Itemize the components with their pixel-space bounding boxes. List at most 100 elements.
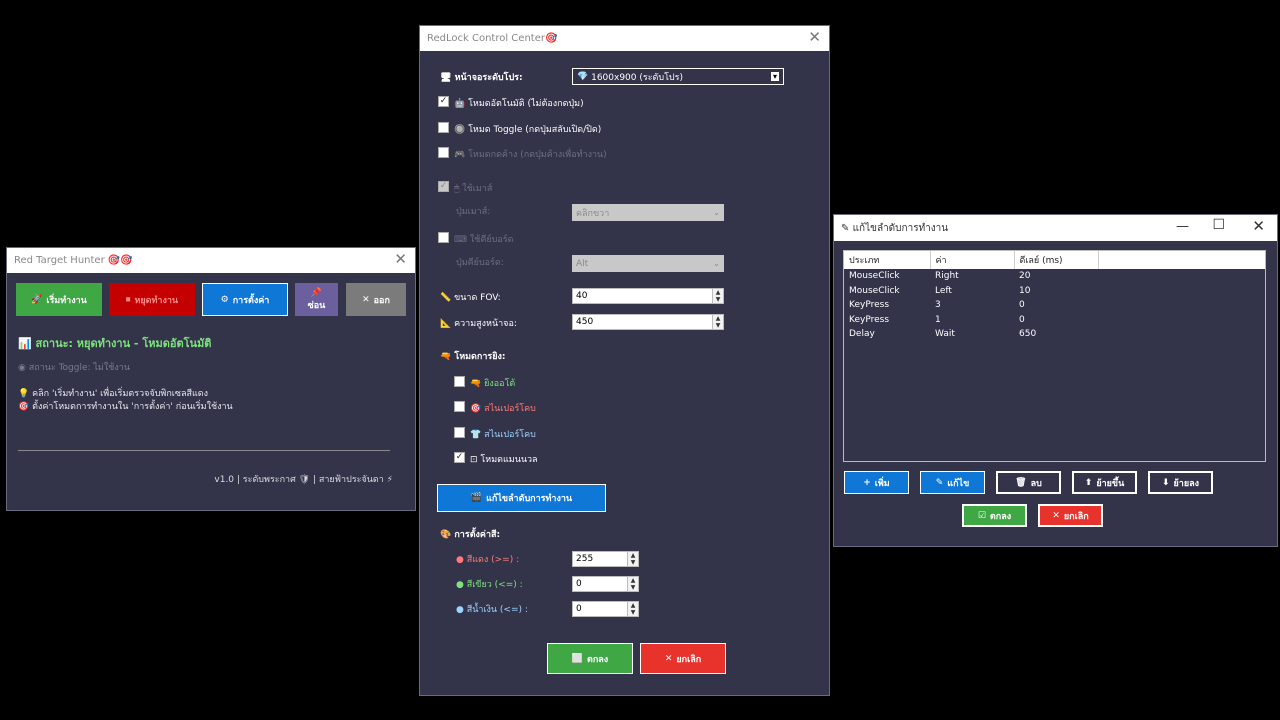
plus-icon: + (863, 477, 871, 488)
start-button[interactable]: 🚀 เริ่มทำงาน (16, 283, 102, 316)
use-mouse-checkbox[interactable]: ✓ (438, 181, 449, 192)
pencil-icon: ✎ (841, 222, 850, 234)
close-icon[interactable]: ✕ (808, 28, 821, 46)
fire-mode-label: 🔫 โหมดการยิง: (440, 352, 506, 362)
blue-input[interactable]: 0 ▲ ▼ (572, 601, 639, 617)
keyboard-button-select[interactable]: Alt ⌄ (572, 255, 724, 272)
window-title: Red Target Hunter 🎯🎯 (14, 255, 133, 266)
screen-resolution-select[interactable]: 💎 1600x900 (ระดับโปร) ▾ (572, 68, 784, 85)
divider (18, 450, 390, 451)
check-icon: ☑ (977, 510, 986, 521)
edit-button[interactable]: ✎ แก้ไข (920, 471, 985, 494)
screen-label: 🖥 หน้าจอระดับโปร: (440, 73, 523, 83)
maximize-icon[interactable]: ☐ (1212, 217, 1225, 233)
cancel-button[interactable]: ✕ ยกเลิก (640, 643, 726, 674)
stop-button[interactable]: ⏹ หยุดทำงาน (109, 283, 195, 316)
fov-input[interactable]: 40 ▲ ▼ (572, 288, 724, 304)
auto-mode-checkbox[interactable]: ✓ (438, 96, 449, 107)
red-input[interactable]: 255 ▲ ▼ (572, 551, 639, 567)
blue-dot-icon: ● (456, 605, 464, 615)
tip-line-2: 🎯 ตั้งค่าโหมดการทำงานใน 'การตั้งค่า' ก่อ… (18, 402, 233, 412)
hide-button[interactable]: 📌 ซ่อน (295, 283, 338, 316)
chevron-down-icon: ⌄ (713, 208, 720, 217)
footer-text: v1.0 | ระดับพระกาศ 🛡 | สายฟ้าประจันดา ⚡ (214, 475, 393, 485)
close-icon[interactable]: ✕ (394, 250, 407, 268)
use-keyboard-label: ⌨ ใช้คีย์บอร์ด (454, 235, 514, 245)
target-icon: 🎯 (18, 402, 30, 412)
table-row[interactable]: MouseClick Left 10 (844, 284, 1265, 299)
column-header-delay[interactable]: ดีเลย์ (ms) (1014, 251, 1099, 269)
ok-button[interactable]: ☑ ตกลง (962, 504, 1027, 527)
arrow-down-icon: ⬇ (1161, 477, 1170, 488)
move-up-button[interactable]: ⬆ ย้ายขึ้น (1072, 471, 1137, 494)
fire-manual-label: ⊡ โหมดแมนนวล (470, 455, 538, 465)
mouse-icon: 🖱 (454, 184, 460, 194)
fire-sniper2-checkbox[interactable] (454, 427, 465, 438)
red-dot-icon: ● (456, 555, 464, 565)
redlock-control-center-window: RedLock Control Center🎯 ✕ 🖥 หน้าจอระดับโ… (419, 25, 830, 696)
keyboard-button-label: ปุ่มคีย์บอร์ด: (456, 258, 504, 268)
sequence-table: ประเภท ค่า ดีเลย์ (ms) MouseClick Right 20… (844, 251, 1265, 342)
fire-manual-checkbox[interactable]: ✓ (454, 452, 465, 463)
color-settings-label: 🎨 การตั้งค่าสี: (440, 530, 501, 540)
toggle-mode-checkbox[interactable] (438, 122, 449, 133)
robot-icon: 🤖 (454, 99, 466, 109)
green-label: ● สีเขียว (<=) : (456, 580, 523, 590)
close-x-icon: ✕ (362, 294, 370, 305)
manual-icon: ⊡ (470, 455, 478, 465)
ok-button[interactable]: ⬜ ตกลง (547, 643, 633, 674)
chart-icon: 📊 (18, 337, 32, 350)
toggle-status-text: ◉ สถานะ Toggle: ไม่ใช้งาน (18, 363, 130, 373)
red-spinner[interactable]: ▲ ▼ (627, 552, 638, 566)
clapper-icon: 🎬 (470, 493, 483, 503)
table-row[interactable]: KeyPress 3 0 (844, 298, 1265, 313)
move-down-button[interactable]: ⬇ ย้ายลง (1148, 471, 1213, 494)
add-button[interactable]: + เพิ่ม (844, 471, 909, 494)
column-header-value[interactable]: ค่า (930, 251, 1015, 269)
table-row[interactable]: Delay Wait 650 (844, 327, 1265, 342)
blue-spinner[interactable]: ▲ ▼ (627, 602, 638, 616)
red-target-hunter-window: Red Target Hunter 🎯🎯 ✕ 🚀 เริ่มทำงาน ⏹ หยุด… (6, 247, 416, 511)
pin-icon: 📌 (310, 287, 323, 298)
delete-button[interactable]: 🗑 ลบ (996, 471, 1061, 494)
auto-mode-label: 🤖 โหมดอัตโนมัติ (ไม่ต้องกดปุ่ม) (454, 99, 584, 109)
title-bar: Red Target Hunter 🎯🎯 ✕ (7, 248, 415, 273)
height-input[interactable]: 450 ▲ ▼ (572, 314, 724, 330)
fire-auto-checkbox[interactable] (454, 376, 465, 387)
exit-button[interactable]: ✕ ออก (346, 283, 406, 316)
cancel-button[interactable]: ✕ ยกเลิก (1038, 504, 1103, 527)
settings-button[interactable]: ⚙ การตั้งค่า (202, 283, 288, 316)
hold-mode-checkbox[interactable] (438, 147, 449, 158)
edit-sequence-window: ✎ แก้ไขลำดับการทำงาน — ☐ ✕ ประเภท ค่า ดี… (833, 214, 1278, 547)
diamond-icon: 💎 (577, 71, 589, 82)
target-icon: 🎯 (470, 404, 482, 414)
palette-icon: 🎨 (440, 530, 452, 540)
triangle-ruler-icon: 📐 (440, 319, 452, 329)
fire-sniper-checkbox[interactable] (454, 401, 465, 412)
ruler-icon: 📏 (440, 293, 452, 303)
use-keyboard-checkbox[interactable] (438, 232, 449, 243)
chevron-down-icon: ⌄ (713, 259, 720, 268)
green-input[interactable]: 0 ▲ ▼ (572, 576, 639, 592)
fov-spinner[interactable]: ▲ ▼ (712, 289, 723, 303)
window-title: แก้ไขลำดับการทำงาน (852, 222, 949, 234)
close-x-icon: ✕ (1052, 510, 1060, 521)
gear-icon: ⚙ (220, 294, 229, 305)
minimize-icon[interactable]: — (1176, 219, 1189, 234)
column-header-type[interactable]: ประเภท (844, 251, 931, 269)
edit-sequence-button[interactable]: 🎬 แก้ไขลำดับการทำงาน (437, 484, 606, 512)
green-spinner[interactable]: ▲ ▼ (627, 577, 638, 591)
close-icon[interactable]: ✕ (1252, 217, 1265, 235)
rocket-icon: 🚀 (31, 294, 43, 305)
mouse-button-select[interactable]: คลิกขวา ⌄ (572, 204, 724, 221)
height-spinner[interactable]: ▲ ▼ (712, 315, 723, 329)
gamepad-icon: 🎮 (454, 150, 466, 160)
chevron-down-icon: ▾ (770, 72, 779, 81)
sequence-list[interactable]: ประเภท ค่า ดีเลย์ (ms) MouseClick Right 20… (843, 250, 1266, 462)
table-row[interactable]: MouseClick Right 20 (844, 269, 1265, 284)
green-dot-icon: ● (456, 580, 464, 590)
table-row[interactable]: KeyPress 1 0 (844, 313, 1265, 328)
close-x-icon: ✕ (664, 653, 673, 664)
title-bar: RedLock Control Center🎯 ✕ (420, 26, 829, 51)
blue-label: ● สีน้ำเงิน (<=) : (456, 605, 528, 615)
